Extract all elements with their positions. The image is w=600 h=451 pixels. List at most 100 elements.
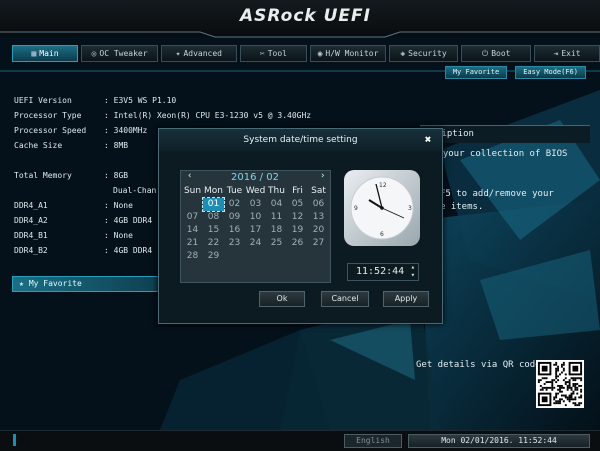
calendar-week: 28 29 xyxy=(182,250,330,263)
qr-code-icon xyxy=(536,360,584,408)
my-favorite-button[interactable]: My Favorite xyxy=(444,66,508,79)
calendar-day[interactable]: 16 xyxy=(224,224,245,237)
tab-oc-tweaker[interactable]: ◎ OC Tweaker xyxy=(80,45,159,62)
calendar-day[interactable]: 07 xyxy=(182,211,203,224)
calendar-day[interactable]: 26 xyxy=(287,237,308,250)
calendar-empty xyxy=(182,198,203,211)
monitor-icon: ◉ xyxy=(317,49,323,58)
tab-label: Exit xyxy=(561,49,581,58)
info-value: : 4GB DDR4 xyxy=(104,216,153,225)
calendar-day[interactable]: 29 xyxy=(203,250,224,263)
time-spinner[interactable]: ▴ ▾ xyxy=(411,263,415,279)
cancel-button[interactable]: Cancel xyxy=(321,291,369,307)
calendar-empty xyxy=(287,250,308,263)
description-line-3: e items. xyxy=(440,202,484,212)
tab-h-w-monitor[interactable]: ◉ H/W Monitor xyxy=(310,45,386,62)
info-label: UEFI Version xyxy=(14,96,72,105)
calendar-day[interactable]: 04 xyxy=(266,198,287,211)
close-icon[interactable]: ✖ xyxy=(421,133,435,147)
info-label: Total Memory xyxy=(14,171,72,180)
calendar-day[interactable]: 02 xyxy=(224,198,245,211)
prev-month-icon[interactable]: ‹ xyxy=(187,171,192,181)
info-label: Processor Speed xyxy=(14,126,87,135)
tab-tool[interactable]: ✂ Tool xyxy=(239,45,308,62)
svg-text:6: 6 xyxy=(380,231,384,238)
calendar-day[interactable]: 05 xyxy=(287,198,308,211)
tab-security[interactable]: ◈ Security xyxy=(388,45,459,62)
tab-label: Boot xyxy=(491,49,511,58)
apply-button[interactable]: Apply xyxy=(383,291,429,307)
calendar-day[interactable]: 23 xyxy=(224,237,245,250)
datetime-button[interactable]: Mon 02/01/2016. 11:52:44 xyxy=(408,434,590,448)
calendar-day[interactable]: 18 xyxy=(266,224,287,237)
weekday-label: Sat xyxy=(311,186,326,196)
tab-exit[interactable]: ⇥ Exit xyxy=(534,45,600,62)
info-label: DDR4_B1 xyxy=(14,231,48,240)
next-month-icon[interactable]: › xyxy=(320,171,325,181)
calendar-week: 01 02 03 04 05 06 xyxy=(182,197,330,212)
asrock-logo: ASRock UEFI xyxy=(240,6,371,26)
calendar-day[interactable]: 20 xyxy=(308,224,329,237)
spin-down-icon[interactable]: ▾ xyxy=(411,271,415,279)
language-button[interactable]: English xyxy=(344,434,402,448)
calendar-day[interactable]: 21 xyxy=(182,237,203,250)
calendar-empty xyxy=(308,250,329,263)
calendar-day[interactable]: 01 xyxy=(202,197,225,212)
date-time-dialog: System date/time setting ✖ ‹ 2016 / 02 ›… xyxy=(158,128,443,324)
calendar-day[interactable]: 10 xyxy=(245,211,266,224)
tab-advanced[interactable]: ✦ Advanced xyxy=(161,45,237,62)
calendar-week: 14 15 16 17 18 19 20 xyxy=(182,224,330,237)
tab-label: Main xyxy=(39,49,59,58)
status-indicator xyxy=(13,434,16,446)
my-favorite-label: My Favorite xyxy=(28,279,82,288)
time-value: 11:52:44 xyxy=(356,266,405,277)
tool-icon: ✂ xyxy=(259,49,265,58)
tab-boot[interactable]: ⏻ Boot xyxy=(461,45,532,62)
description-line-2: F5 to add/remove your xyxy=(440,189,554,199)
info-value: : 4GB DDR4 xyxy=(104,246,153,255)
svg-text:12: 12 xyxy=(379,182,387,189)
weekday-label: Tue xyxy=(226,186,243,196)
calendar-day[interactable]: 08 xyxy=(203,211,224,224)
easy-mode-button[interactable]: Easy Mode(F6) xyxy=(515,66,586,79)
description-line-1: y your collection of BIOS xyxy=(432,149,568,159)
advanced-icon: ✦ xyxy=(175,49,181,58)
ok-button[interactable]: Ok xyxy=(259,291,305,307)
tab-label: Tool xyxy=(267,49,287,58)
qr-caption: Get details via QR code xyxy=(416,360,541,370)
calendar-week: 07 08 09 10 11 12 13 xyxy=(182,211,330,224)
calendar-day[interactable]: 13 xyxy=(308,211,329,224)
time-input[interactable]: 11:52:44 ▴ ▾ xyxy=(347,263,419,281)
svg-text:3: 3 xyxy=(408,205,412,212)
spin-up-icon[interactable]: ▴ xyxy=(411,263,415,271)
calendar-day[interactable]: 14 xyxy=(182,224,203,237)
calendar-day[interactable]: 27 xyxy=(308,237,329,250)
my-favorite-item[interactable]: ★ My Favorite xyxy=(12,276,160,292)
calendar-day[interactable]: 06 xyxy=(308,198,329,211)
weekday-label: Thu xyxy=(268,186,285,196)
shield-icon: ◈ xyxy=(400,49,406,58)
calendar-day[interactable]: 03 xyxy=(245,198,266,211)
tab-main[interactable]: ▦ Main xyxy=(12,45,78,62)
calendar-day[interactable]: 12 xyxy=(287,211,308,224)
tab-label: H/W Monitor xyxy=(325,49,379,58)
weekday-label: Mon xyxy=(204,186,223,196)
calendar-day[interactable]: 28 xyxy=(182,250,203,263)
calendar-day[interactable]: 22 xyxy=(203,237,224,250)
calendar-day[interactable]: 17 xyxy=(245,224,266,237)
calendar-day[interactable]: 25 xyxy=(266,237,287,250)
calendar-day[interactable]: 11 xyxy=(266,211,287,224)
calendar-day[interactable]: 09 xyxy=(224,211,245,224)
calendar-day[interactable]: 24 xyxy=(245,237,266,250)
info-value: : E3V5 WS P1.10 xyxy=(104,96,177,105)
calendar-week: 21 22 23 24 25 26 27 xyxy=(182,237,330,250)
info-label: DDR4_A2 xyxy=(14,216,48,225)
tab-label: OC Tweaker xyxy=(99,49,148,58)
sub-button-group: My Favorite Easy Mode(F6) xyxy=(444,66,586,79)
calendar-day[interactable]: 15 xyxy=(203,224,224,237)
calendar-day[interactable]: 19 xyxy=(287,224,308,237)
info-value: : None xyxy=(104,201,133,210)
info-value: : 8GB xyxy=(104,171,129,180)
info-label: Processor Type xyxy=(14,111,82,120)
exit-icon: ⇥ xyxy=(553,49,559,58)
